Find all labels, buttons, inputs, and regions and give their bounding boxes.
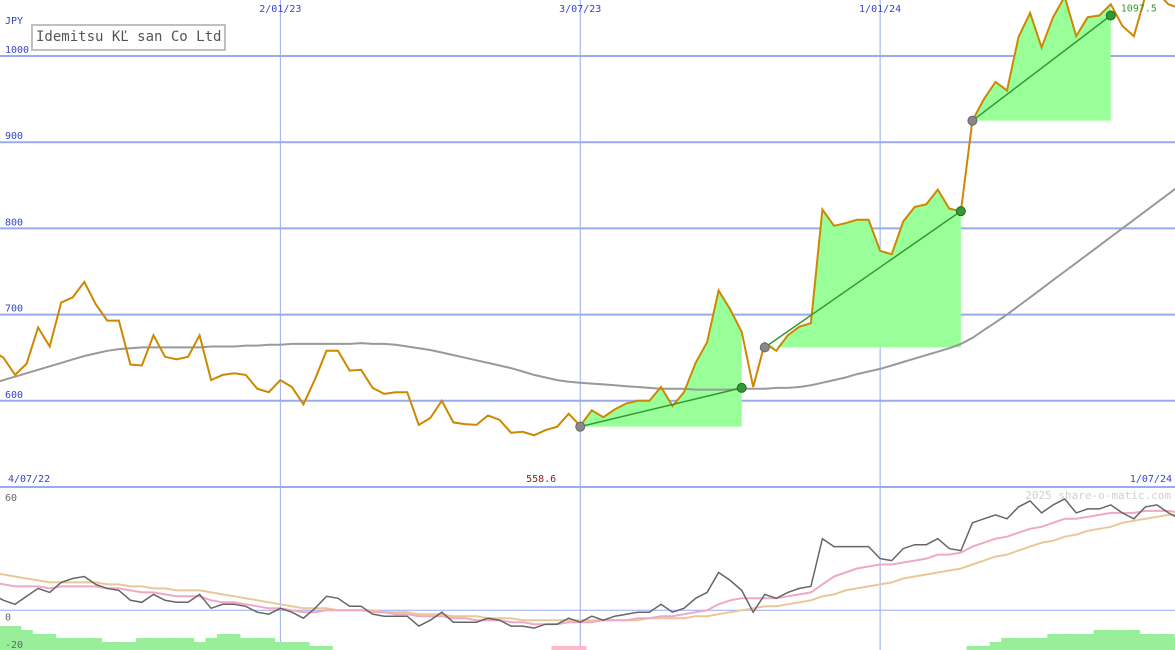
gain-area: [972, 0, 1111, 121]
histogram-bar: [78, 638, 91, 650]
gain-area: [580, 290, 742, 427]
histogram-bar: [1035, 638, 1048, 650]
last-price-label: 1097.5: [1121, 4, 1157, 15]
histogram-bar: [66, 638, 80, 650]
y-tick-label: 600: [5, 390, 23, 401]
histogram-bar: [989, 642, 1002, 650]
min-price-label: 558.6: [526, 474, 556, 485]
histogram-bar: [228, 634, 241, 650]
histogram-bar: [1001, 638, 1014, 650]
histogram-bar: [101, 642, 114, 650]
gain-area: [764, 189, 961, 348]
histogram-bar: [32, 634, 45, 650]
histogram-bar: [1128, 630, 1141, 650]
osc-line: [0, 497, 1175, 629]
osc-tick-label: 60: [5, 493, 17, 504]
osc-fast-line: [0, 509, 1175, 626]
histogram-bar: [978, 646, 991, 650]
histogram-bar: [239, 638, 253, 650]
chart-title: Idemitsu KĽ san Co Ltd: [31, 24, 227, 51]
y-tick-label: 800: [5, 217, 23, 228]
histogram-bar: [216, 634, 229, 650]
histogram-bar: [1151, 634, 1164, 650]
histogram-bar: [309, 646, 322, 650]
histogram-bar: [1105, 630, 1118, 650]
trend-start-marker: [967, 115, 978, 126]
histogram-bar: [55, 638, 68, 650]
histogram-bar: [297, 642, 310, 650]
histogram-bar: [1081, 634, 1094, 650]
trend-start-marker: [575, 421, 586, 432]
histogram-bar: [1012, 638, 1025, 650]
histogram-bar: [574, 646, 587, 650]
trend-start-marker: [759, 342, 770, 353]
histogram-bar: [205, 638, 218, 650]
price-line: [0, 0, 1175, 437]
histogram-bar: [159, 638, 172, 650]
histogram-bar: [43, 634, 56, 650]
histogram-bar: [966, 646, 979, 650]
osc-tick-label: 0: [5, 612, 11, 623]
histogram-bar: [90, 638, 103, 650]
x-tick-label: 3/07/23: [559, 4, 601, 15]
histogram-bar: [274, 642, 287, 650]
y-tick-label: 900: [5, 131, 23, 142]
series-lines: [0, 0, 1175, 437]
gain-fill-areas: [580, 0, 1111, 427]
oscillator-panel: [0, 497, 1175, 650]
histogram-bar: [1070, 634, 1083, 650]
osc-tick-label: -20: [5, 640, 23, 650]
histogram-bar: [193, 642, 206, 650]
histogram-bar: [1058, 634, 1071, 650]
price-chart: 60070080090010002/01/23 3/07/23 1/01/24JPY…: [0, 0, 1175, 650]
histogram-bar: [124, 642, 137, 650]
trend-end-marker: [736, 382, 747, 393]
histogram-bar: [320, 646, 333, 650]
histogram-bar: [170, 638, 183, 650]
histogram-bar: [182, 638, 195, 650]
histogram-bar: [1047, 634, 1060, 650]
histogram-bar: [147, 638, 160, 650]
y-tick-label: 700: [5, 304, 23, 315]
histogram-bar: [562, 646, 575, 650]
watermark: 2025 share-o-matic.com: [1025, 489, 1171, 502]
trend-end-marker: [955, 206, 966, 217]
histogram-bar: [263, 638, 276, 650]
histogram-bar: [286, 642, 299, 650]
histogram-bar: [136, 638, 149, 650]
osc-slow-line: [0, 513, 1175, 622]
x-tick-label: 2/01/23: [259, 4, 301, 15]
histogram-bar: [1024, 638, 1037, 650]
trend-end-marker: [1105, 10, 1116, 21]
histogram-bar: [551, 646, 564, 650]
currency-label: JPY: [5, 16, 23, 27]
histogram-bar: [1162, 634, 1175, 650]
range-start-label: 4/07/22: [8, 474, 50, 485]
histogram-bar: [113, 642, 126, 650]
histogram-bar: [1116, 630, 1129, 650]
histogram-bar: [1093, 630, 1106, 650]
histogram-bar: [251, 638, 264, 650]
range-end-label: 1/07/24: [1130, 474, 1172, 485]
x-tick-label: 1/01/24: [859, 4, 901, 15]
histogram-bar: [1139, 634, 1152, 650]
y-tick-label: 1000: [5, 45, 29, 56]
